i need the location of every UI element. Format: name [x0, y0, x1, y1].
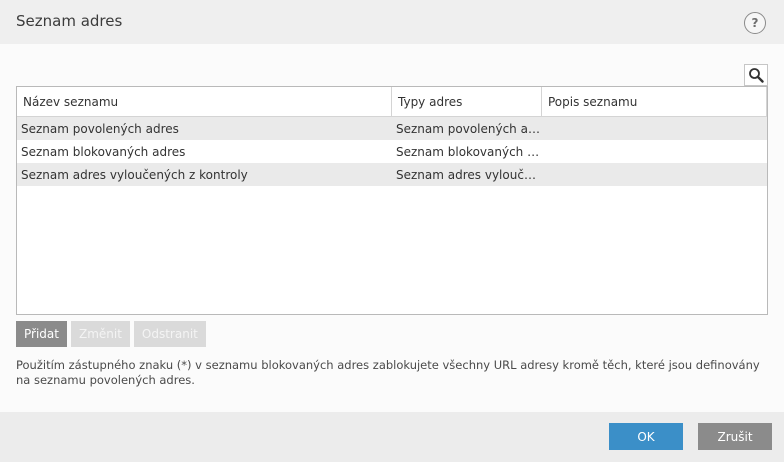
remove-button[interactable]: Odstranit: [133, 321, 206, 347]
cell-description: [542, 140, 767, 163]
dialog-footer: OK Zrušit: [0, 412, 784, 462]
cell-types: Seznam blokovaných ad...: [396, 145, 542, 159]
cell-types: Seznam adres vyloučený...: [396, 168, 542, 182]
cell-types: Seznam povolených adres: [396, 122, 542, 136]
cell-description: [542, 163, 767, 186]
cancel-button[interactable]: Zrušit: [698, 423, 772, 450]
cell-description: [542, 117, 767, 140]
ok-button[interactable]: OK: [609, 423, 683, 450]
cell-name: Seznam povolených adres: [21, 122, 179, 136]
dialog-title: Seznam adres: [16, 12, 123, 30]
dialog-content: Název seznamu Typy adres Popis seznamu S…: [0, 44, 784, 412]
list-actions: Přidat Změnit Odstranit: [16, 321, 206, 347]
column-header-name[interactable]: Název seznamu: [17, 87, 392, 117]
table-row[interactable]: Seznam adres vyloučených z kontroly Sezn…: [17, 163, 767, 186]
add-button[interactable]: Přidat: [16, 321, 67, 347]
edit-button[interactable]: Změnit: [70, 321, 130, 347]
help-button[interactable]: ?: [744, 12, 766, 34]
cell-name: Seznam blokovaných adres: [21, 145, 186, 159]
search-button[interactable]: [744, 64, 768, 86]
column-header-description[interactable]: Popis seznamu: [542, 87, 767, 117]
search-icon: [749, 68, 764, 83]
dialog-titlebar: Seznam adres ?: [0, 0, 784, 44]
wildcard-note: Použitím zástupného znaku (*) v seznamu …: [16, 358, 760, 387]
table-row[interactable]: Seznam povolených adres Seznam povolenýc…: [17, 117, 767, 140]
table-row[interactable]: Seznam blokovaných adres Seznam blokovan…: [17, 140, 767, 163]
table-header: Název seznamu Typy adres Popis seznamu: [17, 87, 767, 117]
column-header-types[interactable]: Typy adres: [392, 87, 542, 117]
address-list-table: Název seznamu Typy adres Popis seznamu S…: [16, 86, 768, 315]
cell-name: Seznam adres vyloučených z kontroly: [21, 168, 248, 182]
